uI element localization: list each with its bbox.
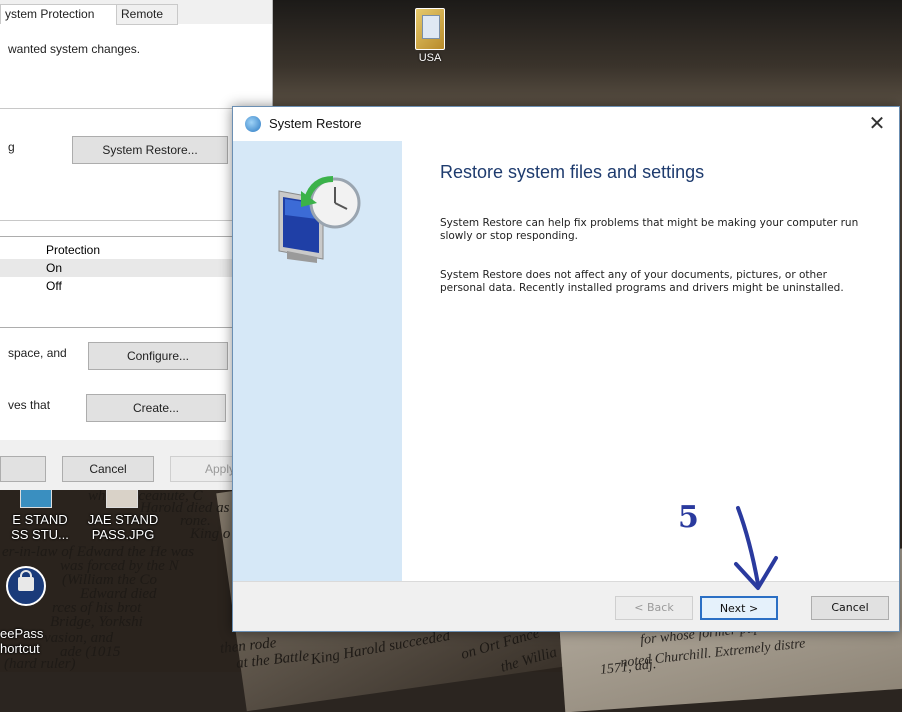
keepass-lock-icon[interactable] <box>6 566 46 606</box>
column-header-protection[interactable]: Protection <box>0 241 252 259</box>
cancel-button[interactable]: Cancel <box>62 456 154 482</box>
usa-folder-icon[interactable]: USA <box>410 8 450 74</box>
side-panel <box>233 141 402 581</box>
description-paragraph: System Restore does not affect any of yo… <box>440 269 844 294</box>
drive-list[interactable]: Protection On Off <box>0 236 253 328</box>
tab-strip: ystem Protection Remote <box>0 0 272 25</box>
close-icon[interactable]: ✕ <box>855 107 899 141</box>
book-text: Bridge, Yorkshi <box>50 614 143 630</box>
desktop-icon-label: hortcut <box>0 641 40 656</box>
window-title: System Restore <box>269 116 362 131</box>
description-paragraph: System Restore can help fix problems tha… <box>440 217 859 242</box>
arrow-down-icon <box>734 506 778 590</box>
intro-text: wanted system changes. <box>8 42 141 56</box>
book-text: (hard ruler) <box>4 656 76 672</box>
restore-row-text: g <box>8 140 15 154</box>
desktop-top-area <box>270 0 902 110</box>
create-text: ves that <box>8 398 51 412</box>
system-restore-button[interactable]: System Restore... <box>72 136 228 164</box>
desktop-icon-jae-stand[interactable]: JAE STAND PASS.JPG <box>78 512 168 542</box>
divider <box>0 108 262 109</box>
desktop-icon-stand-stu[interactable]: E STAND SS STU... <box>0 512 80 542</box>
configure-text: space, and <box>8 346 67 360</box>
drive-protection-value: Off <box>46 279 62 293</box>
page-title: Restore system files and settings <box>440 162 705 182</box>
title-bar[interactable]: System Restore ✕ <box>233 107 899 141</box>
cancel-button[interactable]: Cancel <box>811 596 889 620</box>
desktop-icon-label: PASS.JPG <box>91 527 155 542</box>
drive-protection-value: On <box>46 261 63 275</box>
desktop-icon-label: SS STU... <box>11 527 69 542</box>
table-row[interactable]: On <box>0 259 252 277</box>
divider <box>0 220 262 221</box>
tab-system-protection[interactable]: ystem Protection <box>0 4 118 24</box>
back-button[interactable]: < Back <box>615 596 693 620</box>
lock-body <box>18 577 34 591</box>
desktop-icon-label: eePass <box>0 626 44 641</box>
desktop-icon-label: JAE STAND <box>87 512 159 527</box>
system-restore-icon <box>245 116 261 132</box>
desktop-icon-label: E STAND <box>12 512 68 527</box>
configure-button[interactable]: Configure... <box>88 342 228 370</box>
system-restore-icon <box>278 176 361 263</box>
table-row[interactable]: Off <box>0 277 252 295</box>
file-icon <box>415 8 445 50</box>
step-number-annotation: 5 <box>678 500 699 535</box>
desktop-icon-keepass[interactable]: eePass hortcut <box>0 626 60 656</box>
wizard-content: Restore system files and settings System… <box>402 141 899 581</box>
tab-remote[interactable]: Remote <box>116 4 178 25</box>
desktop-icon-label: USA <box>418 52 442 64</box>
create-button[interactable]: Create... <box>86 394 226 422</box>
ok-button-partial[interactable] <box>0 456 46 482</box>
book-text: King o <box>190 526 231 542</box>
